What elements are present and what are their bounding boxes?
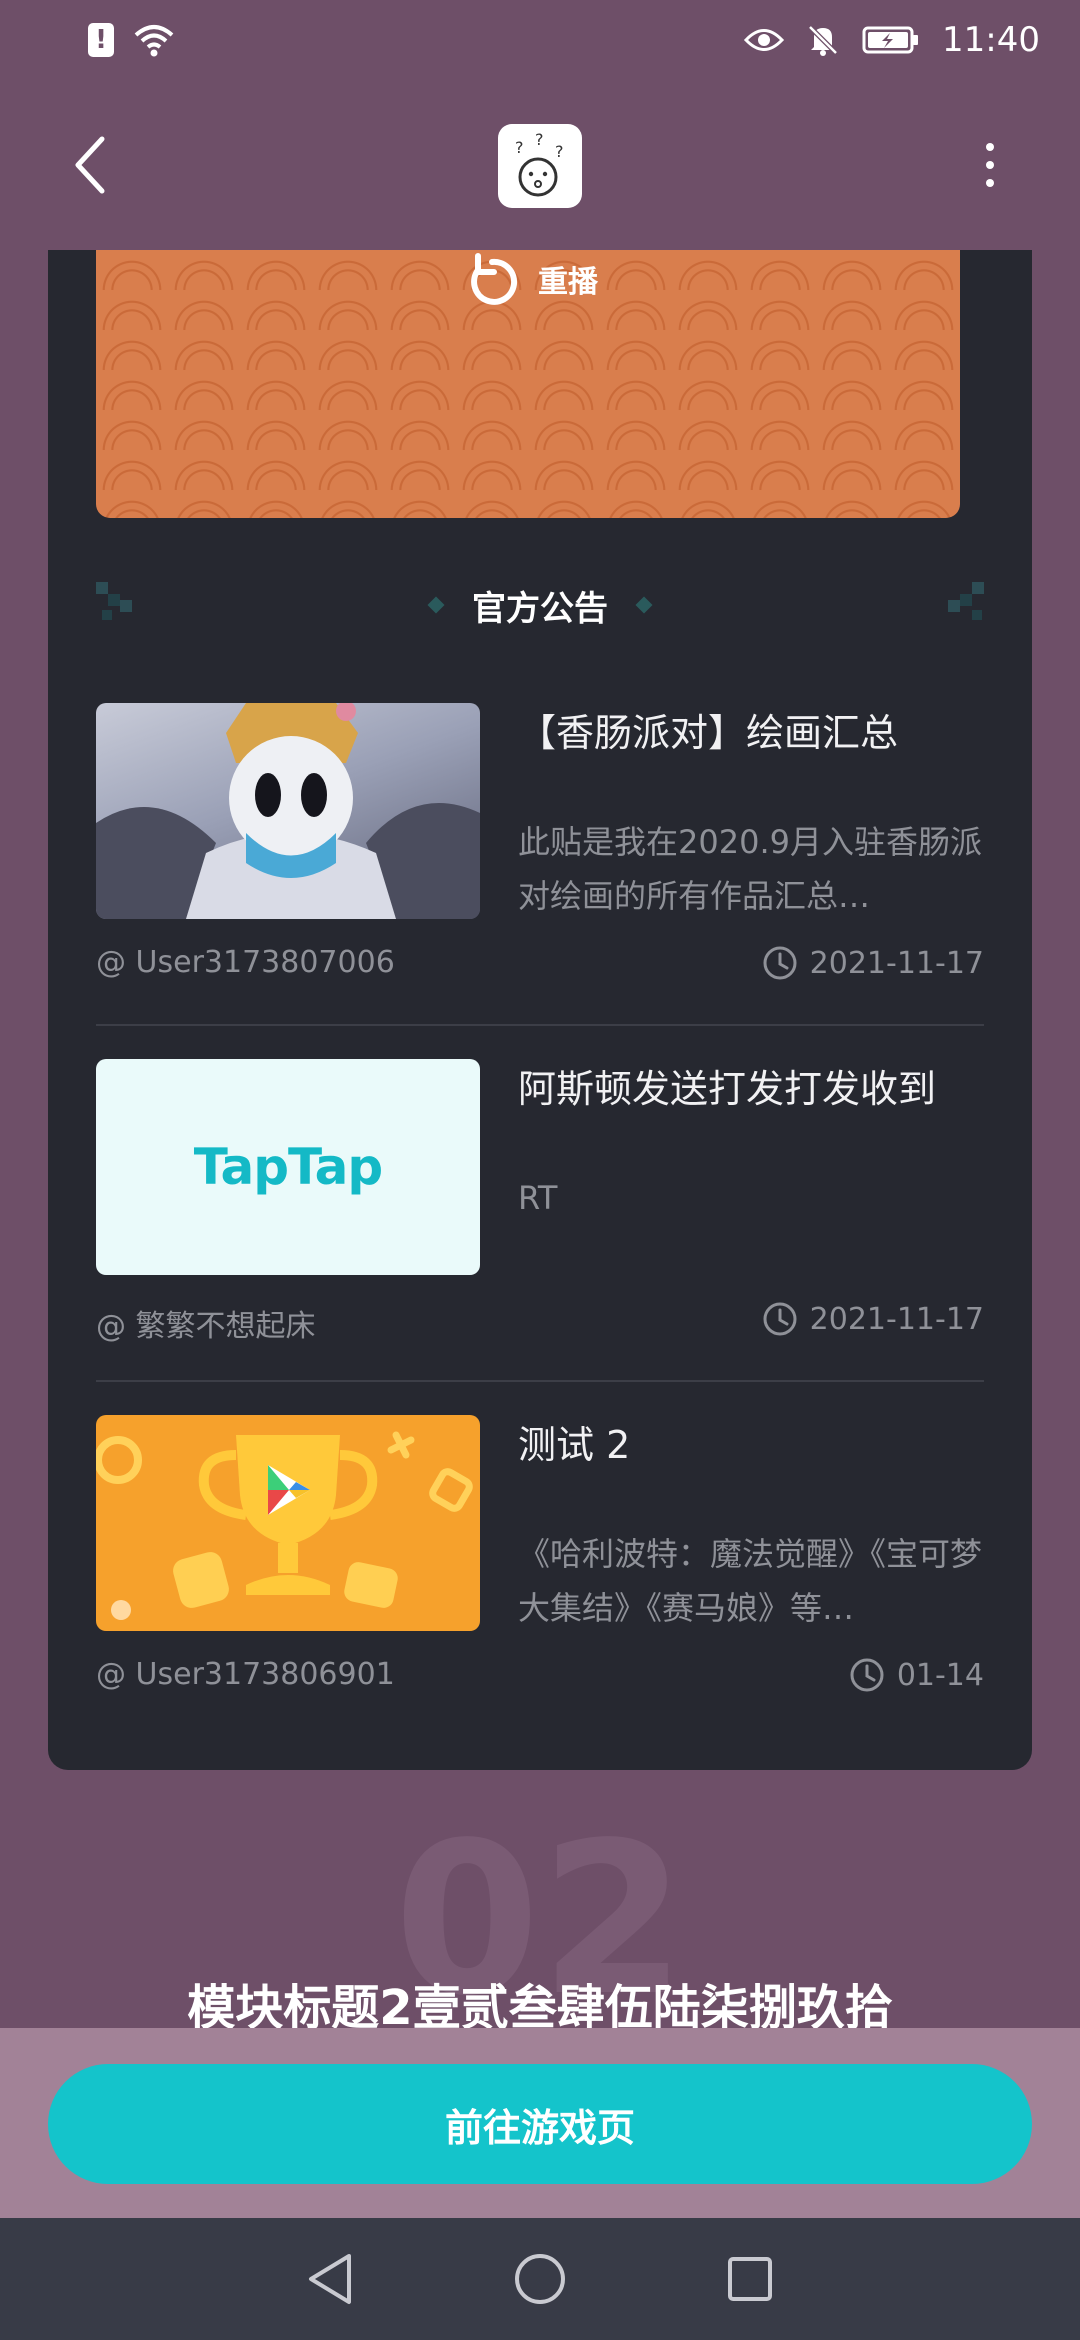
post-summary: RT bbox=[518, 1179, 558, 1217]
eye-icon bbox=[744, 29, 785, 51]
post-author[interactable]: @ 繁繁不想起床 bbox=[96, 1301, 316, 1345]
post-item[interactable]: 测试 2 《哈利波特：魔法觉醒》《宝可梦大集结》《赛马娘》等… @ User31… bbox=[96, 1415, 984, 1755]
replay-icon bbox=[471, 253, 518, 305]
svg-text:?: ? bbox=[555, 142, 564, 161]
status-bar: ! 11:40 bbox=[0, 0, 1080, 80]
taptap-logo: TapTap bbox=[193, 1138, 383, 1196]
post-title[interactable]: 测试 2 bbox=[518, 1415, 988, 1475]
post-thumbnail[interactable]: TapTap bbox=[96, 1059, 480, 1275]
wifi-icon bbox=[134, 25, 174, 57]
status-time: 11:40 bbox=[942, 20, 1040, 60]
system-nav-bar bbox=[0, 2218, 1080, 2340]
bell-mute-icon bbox=[808, 25, 838, 56]
back-button[interactable] bbox=[55, 125, 125, 205]
confused-face-icon: ? ? ? bbox=[515, 131, 564, 197]
post-title[interactable]: 【香肠派对】绘画汇总 bbox=[518, 703, 988, 763]
svg-text:?: ? bbox=[515, 138, 524, 157]
clock-icon bbox=[850, 1658, 884, 1692]
post-author[interactable]: @ User3173806901 bbox=[96, 1657, 395, 1692]
more-vertical-icon bbox=[986, 143, 994, 151]
post-item[interactable]: 【香肠派对】绘画汇总 此贴是我在2020.9月入驻香肠派对绘画的所有作品汇总… … bbox=[96, 703, 984, 1043]
pixel-decoration-left bbox=[96, 582, 132, 620]
pixel-decoration-right bbox=[948, 582, 984, 620]
bottom-action-bar: 前往游戏页 bbox=[0, 2028, 1080, 2218]
app-logo[interactable]: ? ? ? bbox=[498, 124, 582, 208]
system-home-button[interactable] bbox=[510, 2249, 570, 2309]
post-title[interactable]: 阿斯顿发送打发打发收到 bbox=[518, 1059, 988, 1119]
clock-icon bbox=[763, 1302, 797, 1336]
post-date-text: 01-14 bbox=[896, 1657, 984, 1693]
post-author[interactable]: @ User3173807006 bbox=[96, 945, 395, 980]
post-date: 2021-11-17 bbox=[762, 1301, 984, 1337]
alert-icon: ! bbox=[88, 23, 114, 57]
post-date-text: 2021-11-17 bbox=[809, 945, 984, 981]
divider bbox=[96, 1024, 984, 1026]
battery-charging-icon bbox=[862, 26, 919, 54]
more-menu-button[interactable] bbox=[960, 125, 1020, 205]
post-summary: 此贴是我在2020.9月入驻香肠派对绘画的所有作品汇总… bbox=[518, 823, 982, 915]
chevron-left-icon bbox=[75, 136, 105, 194]
circle-home-icon bbox=[515, 2254, 565, 2304]
post-date-text: 2021-11-17 bbox=[809, 1301, 984, 1337]
video-banner[interactable]: 重播 bbox=[96, 250, 960, 518]
post-thumbnail[interactable] bbox=[96, 1415, 480, 1631]
content-card: 重播 官方公告 【香肠派对】绘画汇总 此贴是我在2020.9月入驻香肠派对绘画的… bbox=[48, 250, 1032, 1770]
clock-icon bbox=[763, 946, 797, 980]
character-illustration bbox=[96, 703, 480, 919]
top-nav: ? ? ? bbox=[0, 80, 1080, 250]
triangle-back-icon bbox=[309, 2254, 351, 2304]
post-item[interactable]: TapTap 阿斯顿发送打发打发收到 RT @ 繁繁不想起床 2021-11-1… bbox=[96, 1059, 984, 1399]
diamond-icon bbox=[427, 596, 445, 614]
post-summary: 《哈利波特：魔法觉醒》《宝可梦大集结》《赛马娘》等… bbox=[518, 1535, 983, 1627]
system-back-button[interactable] bbox=[300, 2249, 360, 2309]
post-date: 01-14 bbox=[849, 1657, 984, 1693]
divider bbox=[96, 1380, 984, 1382]
replay-button[interactable]: 重播 bbox=[464, 250, 598, 308]
system-recents-button[interactable] bbox=[720, 2249, 780, 2309]
square-recents-icon bbox=[728, 2257, 772, 2301]
replay-label: 重播 bbox=[538, 265, 598, 300]
post-thumbnail[interactable] bbox=[96, 703, 480, 919]
post-date: 2021-11-17 bbox=[762, 945, 984, 981]
section-header: 官方公告 bbox=[96, 570, 984, 640]
trophy-illustration bbox=[96, 1431, 473, 1620]
section-title: 官方公告 bbox=[472, 588, 608, 629]
diamond-icon bbox=[635, 596, 653, 614]
svg-text:?: ? bbox=[535, 131, 544, 149]
goto-game-page-button[interactable]: 前往游戏页 bbox=[48, 2064, 1032, 2184]
